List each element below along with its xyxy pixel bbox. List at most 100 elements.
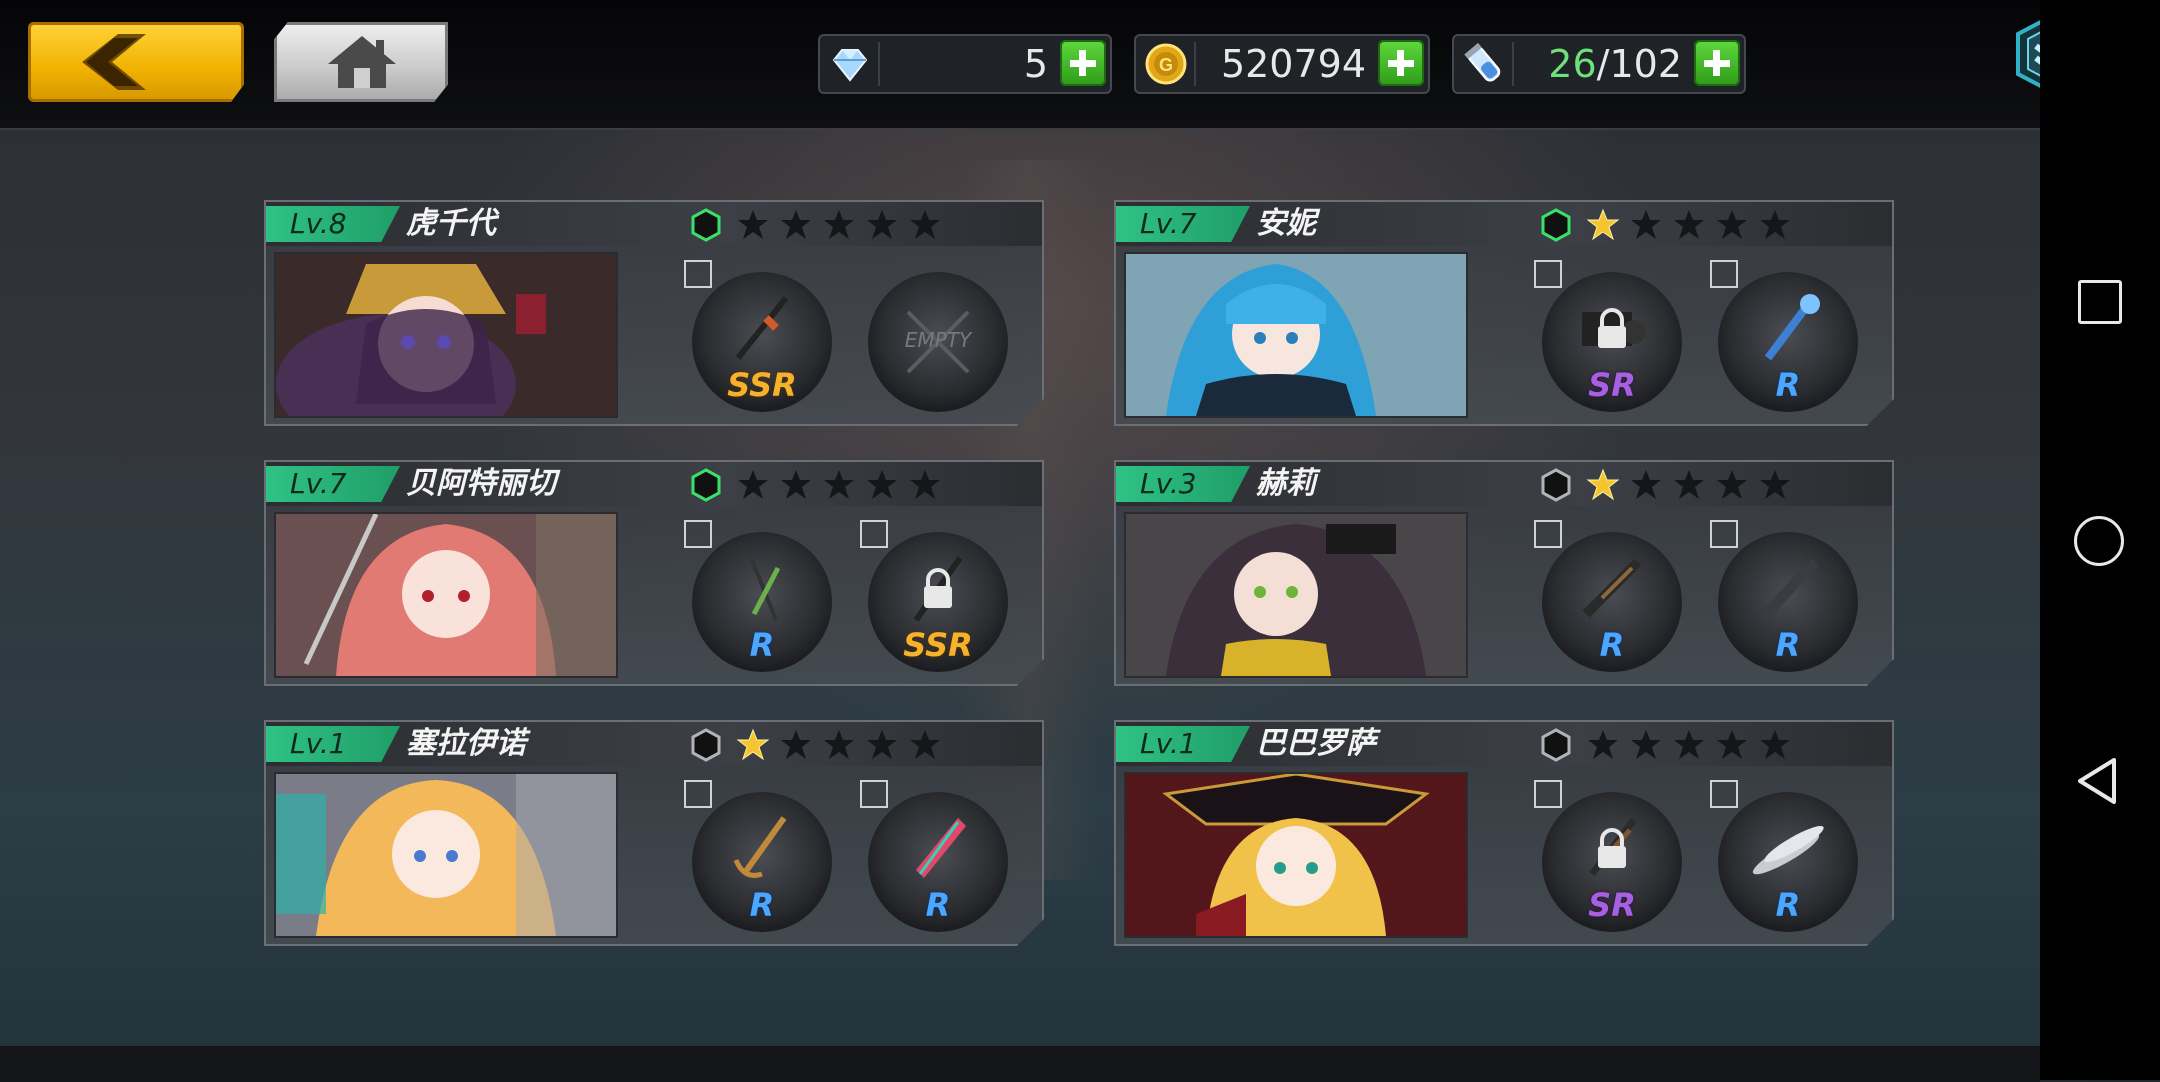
character-name: 安妮: [1256, 206, 1316, 241]
star-empty-icon: [910, 730, 940, 759]
edit-icon[interactable]: [684, 260, 712, 288]
home-button[interactable]: [274, 22, 448, 102]
gold-counter: G 520794: [1134, 34, 1430, 94]
edit-icon[interactable]: [684, 520, 712, 548]
equipment-slot[interactable]: SR: [1534, 780, 1682, 932]
star-filled-icon: [1586, 468, 1620, 501]
add-stamina-button[interactable]: [1694, 40, 1740, 86]
card-header: Lv.1 塞拉伊诺: [266, 722, 1042, 766]
star-rating: [1586, 208, 1792, 242]
stamina-max: /102: [1596, 42, 1682, 86]
stamina-current: 26: [1548, 42, 1597, 86]
edit-icon[interactable]: [860, 780, 888, 808]
staff-icon: [1764, 294, 1820, 361]
character-card[interactable]: Lv.7 安妮 SR R: [1114, 200, 1894, 426]
star-empty-icon: [1717, 730, 1747, 759]
star-empty-icon: [738, 470, 768, 499]
diamond-counter: 5: [818, 34, 1112, 94]
star-empty-icon: [867, 470, 897, 499]
star-empty-icon: [738, 210, 768, 239]
equipment-slot[interactable]: R: [1710, 520, 1858, 672]
rarity-label: R: [749, 886, 775, 924]
star-empty-icon: [1717, 210, 1747, 239]
equipment-slot[interactable]: R: [860, 780, 1008, 932]
rarity-label: R: [749, 626, 775, 664]
character-portrait: [1124, 772, 1468, 938]
svg-text:G: G: [1159, 55, 1173, 75]
character-card[interactable]: Lv.3 赫莉 R R: [1114, 460, 1894, 686]
star-empty-icon: [781, 730, 811, 759]
character-card[interactable]: Lv.1 塞拉伊诺 R R: [264, 720, 1044, 946]
equipment-slot[interactable]: R: [1710, 780, 1858, 932]
character-card[interactable]: Lv.1 巴巴罗萨 SR R: [1114, 720, 1894, 946]
awaken-hex-icon: [691, 468, 721, 502]
edit-icon[interactable]: [1534, 520, 1562, 548]
divider: [1512, 42, 1514, 86]
stamina-counter: 26/102: [1452, 34, 1746, 94]
home-icon: [328, 36, 396, 88]
edit-icon[interactable]: [1710, 780, 1738, 808]
awaken-hex-icon: [1541, 208, 1571, 242]
equipment-slot[interactable]: R: [1710, 260, 1858, 412]
edit-icon[interactable]: [1534, 780, 1562, 808]
character-card[interactable]: Lv.8 虎千代 SSR EMPTY: [264, 200, 1044, 426]
star-empty-icon: [824, 730, 854, 759]
fish-icon: [1752, 825, 1824, 875]
edit-icon[interactable]: [684, 780, 712, 808]
edit-icon[interactable]: [1710, 260, 1738, 288]
rarity-label: R: [1775, 366, 1801, 404]
level-badge: Lv.8: [266, 206, 400, 242]
level-badge: Lv.7: [266, 466, 400, 502]
character-portrait: [274, 772, 618, 938]
star-empty-icon: [1631, 470, 1661, 499]
stamina-vial-icon: [1464, 42, 1501, 82]
add-diamonds-button[interactable]: [1060, 40, 1106, 86]
star-empty-icon: [1631, 210, 1661, 239]
star-empty-icon: [824, 210, 854, 239]
star-filled-icon: [1586, 208, 1620, 241]
rarity-label: R: [1775, 626, 1801, 664]
add-gold-button[interactable]: [1378, 40, 1424, 86]
equipment-slot[interactable]: R: [1534, 520, 1682, 672]
equipment-slot[interactable]: R: [684, 520, 832, 672]
equipment-slot[interactable]: SR: [1534, 260, 1682, 412]
awaken-hex-icon: [1541, 728, 1571, 762]
edit-icon[interactable]: [1534, 260, 1562, 288]
back-button[interactable]: [28, 22, 244, 102]
star-empty-icon: [1674, 470, 1704, 499]
equipment-slot[interactable]: SSR: [684, 260, 832, 412]
character-portrait: [274, 512, 618, 678]
recent-apps-icon[interactable]: [2078, 280, 2122, 324]
rarity-label: SR: [1588, 886, 1636, 924]
gold-count: 520794: [1220, 42, 1366, 86]
star-empty-icon: [1631, 730, 1661, 759]
edit-icon[interactable]: [1710, 520, 1738, 548]
character-name: 虎千代: [406, 206, 496, 241]
lock-icon: [1598, 308, 1626, 348]
diamond-icon: [832, 49, 868, 82]
star-empty-icon: [781, 210, 811, 239]
character-name: 塞拉伊诺: [406, 726, 526, 761]
anchor-icon: [733, 816, 787, 878]
character-card[interactable]: Lv.7 贝阿特丽切 R SSR: [264, 460, 1044, 686]
edit-icon[interactable]: [860, 520, 888, 548]
equipment-slot[interactable]: SSR: [860, 520, 1008, 672]
equipment-slot-empty[interactable]: EMPTY: [868, 272, 1008, 412]
character-name: 赫莉: [1256, 466, 1316, 501]
rifle-icon: [1582, 558, 1642, 618]
level-badge: Lv.1: [266, 726, 400, 762]
lock-icon: [1598, 828, 1626, 868]
star-empty-icon: [781, 470, 811, 499]
card-header: Lv.7 安妮: [1116, 202, 1892, 246]
home-nav-icon[interactable]: [2074, 516, 2124, 566]
back-nav-icon[interactable]: [2074, 756, 2120, 806]
character-portrait: [1124, 252, 1468, 418]
star-rating: [736, 208, 942, 242]
rarity-label: R: [925, 886, 951, 924]
level-badge: Lv.3: [1116, 466, 1250, 502]
star-empty-icon: [1588, 730, 1618, 759]
empty-label: EMPTY: [904, 328, 972, 352]
equipment-slot[interactable]: R: [684, 780, 832, 932]
awaken-hex-icon: [1541, 468, 1571, 502]
rarity-label: R: [1775, 886, 1801, 924]
